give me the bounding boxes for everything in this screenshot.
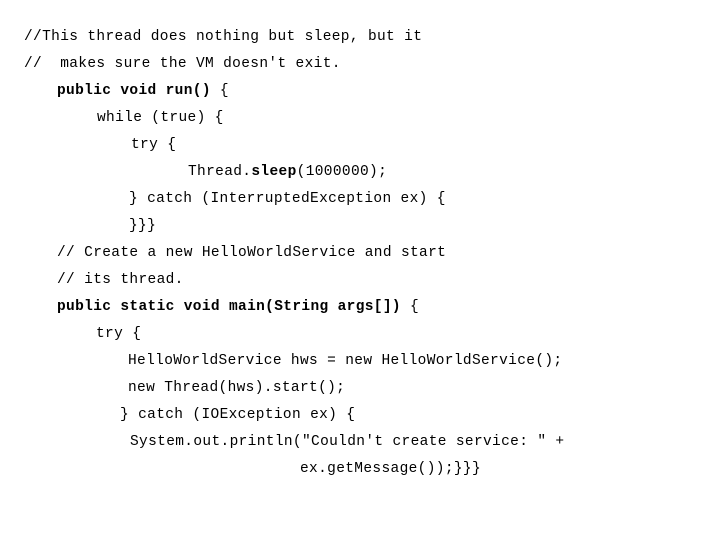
code-line: new Thread(hws).start(); — [0, 375, 720, 402]
code-text: (1000000); — [296, 164, 388, 180]
code-text: // makes sure the VM doesn't exit. — [24, 56, 341, 72]
code-line: try { — [0, 132, 720, 159]
code-text: } catch (InterruptedException ex) { — [129, 191, 446, 207]
code-listing: //This thread does nothing but sleep, bu… — [0, 24, 720, 483]
code-text: new Thread(hws).start(); — [128, 380, 346, 396]
code-text: try { — [131, 137, 177, 153]
code-text: } catch (IOException ex) { — [120, 407, 356, 423]
code-line: // makes sure the VM doesn't exit. — [0, 51, 720, 78]
code-line: while (true) { — [0, 105, 720, 132]
slide-canvas: //This thread does nothing but sleep, bu… — [0, 0, 720, 540]
code-line: try { — [0, 321, 720, 348]
code-text: { — [210, 83, 229, 99]
code-text: System.out.println("Couldn't create serv… — [130, 434, 565, 450]
code-text: // Create a new HelloWorldService and st… — [57, 245, 447, 261]
code-line: }}} — [0, 213, 720, 240]
code-keyword: sleep — [251, 164, 297, 180]
code-text: //This thread does nothing but sleep, bu… — [24, 29, 423, 45]
code-line: ex.getMessage());}}} — [0, 456, 720, 483]
code-line: } catch (IOException ex) { — [0, 402, 720, 429]
code-text: // its thread. — [57, 272, 184, 288]
code-text: Thread. — [188, 164, 252, 180]
code-line: // Create a new HelloWorldService and st… — [0, 240, 720, 267]
code-line: public static void main(String args[]) { — [0, 294, 720, 321]
code-line: HelloWorldService hws = new HelloWorldSe… — [0, 348, 720, 375]
code-keyword: public static void main(String args[]) — [57, 299, 401, 315]
code-line: System.out.println("Couldn't create serv… — [0, 429, 720, 456]
code-text: while (true) { — [97, 110, 224, 126]
code-line: public void run() { — [0, 78, 720, 105]
code-line: //This thread does nothing but sleep, bu… — [0, 24, 720, 51]
code-text: try { — [96, 326, 142, 342]
code-line: // its thread. — [0, 267, 720, 294]
code-line: Thread.sleep(1000000); — [0, 159, 720, 186]
code-line: } catch (InterruptedException ex) { — [0, 186, 720, 213]
code-text: ex.getMessage());}}} — [300, 461, 482, 477]
code-keyword: public void run() — [57, 83, 211, 99]
code-text: HelloWorldService hws = new HelloWorldSe… — [128, 353, 563, 369]
code-text: { — [400, 299, 420, 315]
code-text: }}} — [129, 218, 157, 234]
